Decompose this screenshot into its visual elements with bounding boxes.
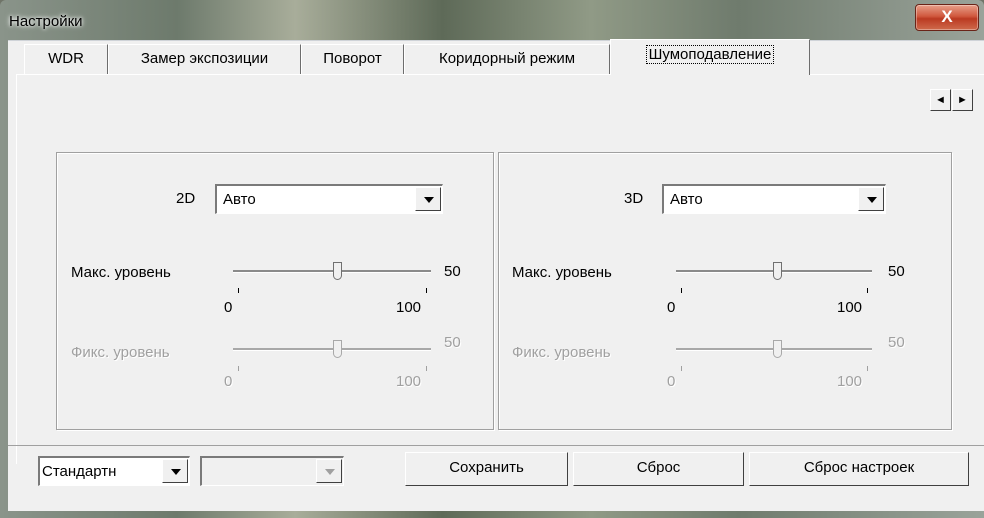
max-level-2d-min: 0 [224,299,233,316]
slider-tick [238,366,239,371]
fixed-level-3d-min: 0 [667,373,676,390]
fixed-level-2d-value: 50 [444,334,461,351]
fixed-level-3d-value: 50 [888,334,905,351]
save-button[interactable]: Сохранить [405,452,568,486]
settings-window: Настройки X WDR Замер экспозиции Поворот… [0,0,984,518]
mode-2d-label: 2D [176,190,196,207]
preset-select[interactable]: Стандартн [38,456,190,486]
close-icon: X [941,7,953,26]
max-level-3d-slider-thumb[interactable] [773,262,782,280]
max-level-3d-max: 100 [837,299,863,316]
button-label: Сброс настроек [803,459,915,476]
slider-tick [867,366,868,371]
chevron-down-icon[interactable] [858,187,884,211]
max-level-2d-max: 100 [396,299,422,316]
tab-label: Замер экспозиции [140,50,269,67]
tab-label: Шумоподавление [645,45,775,64]
mode-2d-select[interactable]: Авто [215,184,443,214]
mode-3d-label: 3D [624,190,644,207]
tab-scroll-left-button[interactable]: ◄ [930,89,951,111]
slider-tick [681,288,682,293]
tab-wdr[interactable]: WDR [24,44,108,74]
slider-tick [426,366,427,371]
chevron-down-icon [316,459,342,483]
tab-rotation[interactable]: Поворот [301,44,404,74]
fixed-level-2d-max: 100 [396,373,422,390]
slider-tick [681,366,682,371]
max-level-3d-label: Макс. уровень [512,264,612,281]
footer-divider [8,445,984,446]
arrow-left-icon: ◄ [935,94,946,106]
max-level-3d-min: 0 [667,299,676,316]
tab-scroll-right-button[interactable]: ► [952,89,973,111]
fixed-level-3d-max: 100 [837,373,863,390]
reset-defaults-button[interactable]: Сброс настроек [749,452,969,486]
max-level-2d-slider-thumb[interactable] [333,262,342,280]
slider-tick [426,288,427,293]
tab-label: WDR [48,50,84,67]
max-level-2d-label: Макс. уровень [71,264,171,281]
select-value: Авто [670,191,703,208]
window-title: Настройки [9,13,83,30]
max-level-3d-value: 50 [888,263,905,280]
slider-tick [867,288,868,293]
button-label: Сброс [636,459,681,476]
window-bottom [8,506,984,510]
chevron-down-icon[interactable] [415,187,441,211]
fixed-level-3d-slider-thumb [773,340,782,358]
slider-tick [238,288,239,293]
fixed-level-3d-label: Фикс. уровень [512,344,611,361]
max-level-2d-value: 50 [444,263,461,280]
select-value: Стандартн [42,463,117,480]
tab-corridor-mode[interactable]: Коридорный режим [404,44,610,74]
tab-noise-reduction[interactable]: Шумоподавление [610,39,810,75]
max-level-2d-slider-track[interactable] [233,270,431,273]
reset-button[interactable]: Сброс [573,452,744,486]
fixed-level-2d-slider-thumb [333,340,342,358]
tab-exposure-metering[interactable]: Замер экспозиции [108,44,301,74]
chevron-down-icon[interactable] [162,459,188,483]
secondary-select [200,456,344,486]
mode-3d-select[interactable]: Авто [662,184,886,214]
close-button[interactable]: X [915,4,979,31]
title-bar[interactable]: Настройки X [0,0,984,40]
button-label: Сохранить [449,459,524,476]
panel-edge [16,74,17,464]
fixed-level-2d-slider-track [233,348,431,351]
select-value: Авто [223,191,256,208]
tab-label: Поворот [323,50,382,67]
arrow-right-icon: ► [957,94,968,106]
tab-label: Коридорный режим [438,50,576,67]
fixed-level-2d-label: Фикс. уровень [71,344,170,361]
fixed-level-2d-min: 0 [224,373,233,390]
